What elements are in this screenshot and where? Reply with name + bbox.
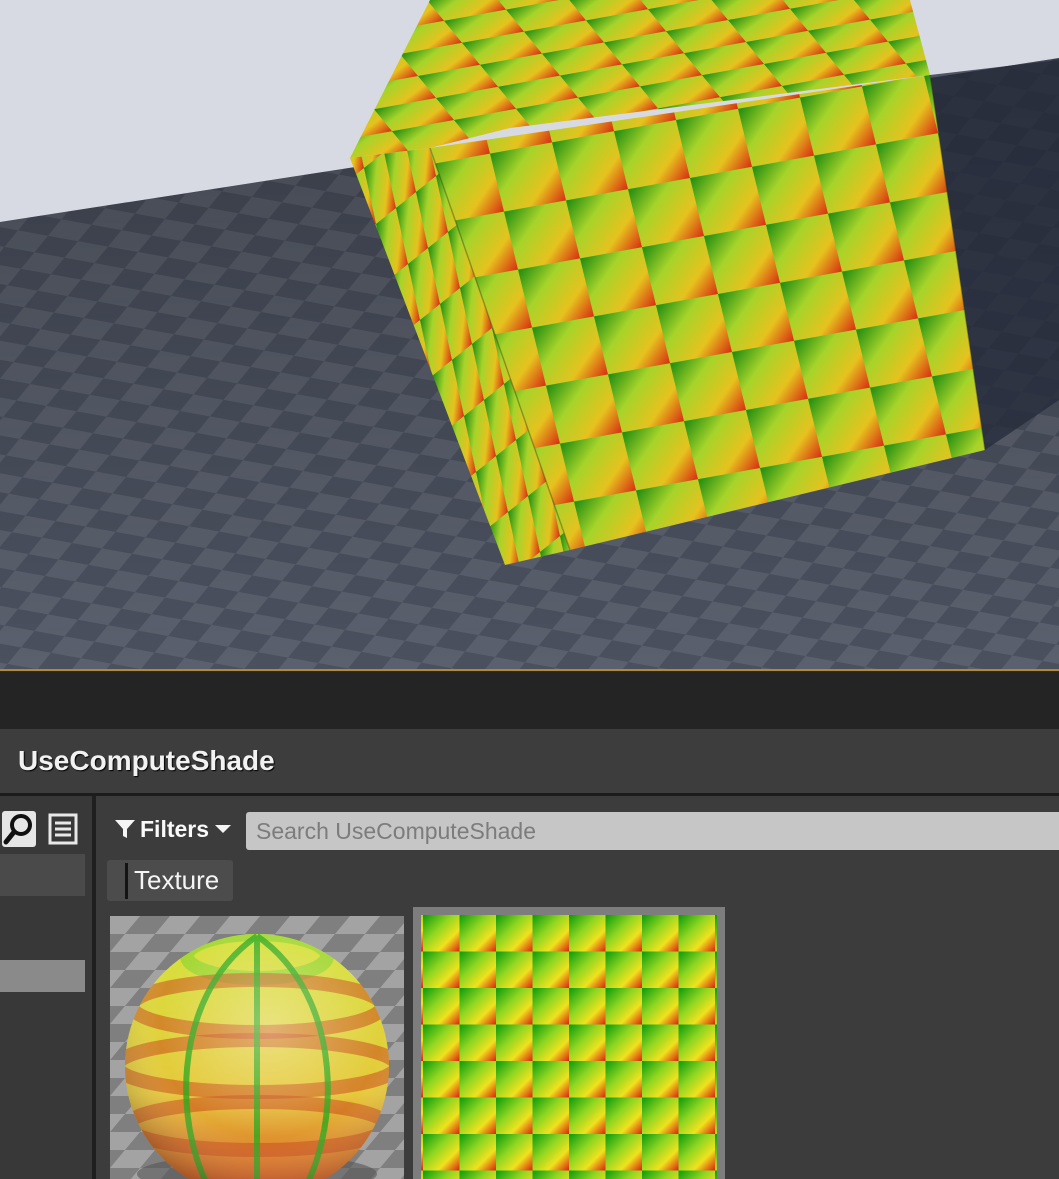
list-view-icon[interactable] bbox=[46, 811, 80, 847]
panel-tab-bar bbox=[0, 672, 1059, 729]
texture-thumbnail bbox=[421, 915, 717, 1179]
filter-chip-toggle[interactable] bbox=[125, 862, 128, 899]
content-browser-body: Filters Texture bbox=[0, 796, 1059, 1179]
search-input[interactable] bbox=[246, 812, 1059, 850]
folder-panel bbox=[0, 796, 96, 1179]
filter-chip-label: Texture bbox=[134, 865, 220, 895]
viewport-scene bbox=[0, 0, 1059, 670]
search-icon[interactable] bbox=[2, 811, 36, 847]
asset-tile-texture[interactable] bbox=[413, 907, 725, 1179]
filter-icon bbox=[114, 818, 140, 840]
filters-button[interactable]: Filters bbox=[114, 812, 232, 846]
content-browser-header: UseComputeShade bbox=[0, 729, 1059, 796]
content-browser-title: UseComputeShade bbox=[18, 745, 275, 776]
filter-chip-texture[interactable]: Texture bbox=[107, 860, 233, 901]
folder-item[interactable] bbox=[0, 854, 85, 896]
filters-label: Filters bbox=[140, 815, 210, 842]
viewport-border bbox=[0, 669, 1059, 671]
folder-item-selected[interactable] bbox=[0, 960, 85, 992]
caret-down-icon bbox=[209, 823, 232, 835]
asset-tile-material[interactable] bbox=[110, 916, 404, 1179]
material-thumbnail bbox=[110, 916, 404, 1179]
level-viewport[interactable] bbox=[0, 0, 1059, 670]
